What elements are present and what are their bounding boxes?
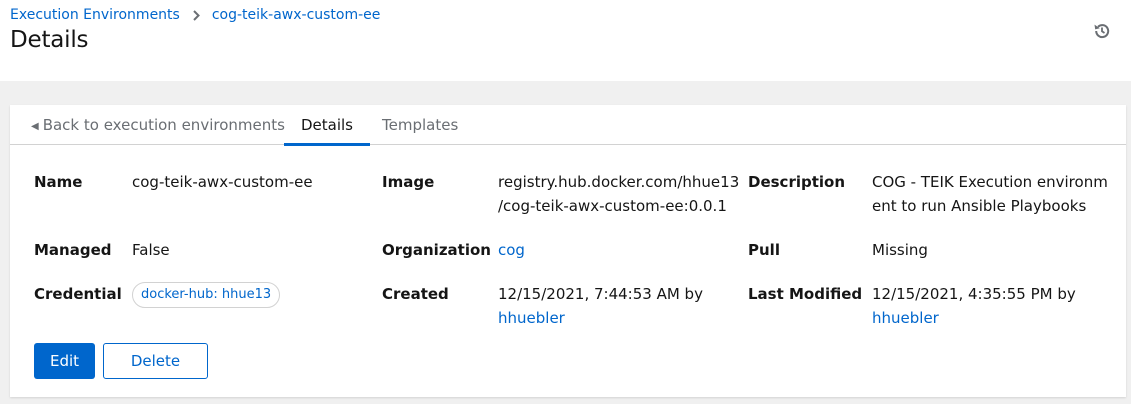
breadcrumb-link-current[interactable]: cog-teik-awx-custom-ee [212,7,381,23]
managed-label: Managed [34,241,112,259]
name-label: Name [34,173,83,191]
last-modified-by-user-link[interactable]: hhuebler [872,309,939,327]
credential-label: Credential [34,285,122,303]
description-value: COG - TEIK Execution environm ent to run… [872,170,1108,218]
tab-templates[interactable]: Templates [382,105,458,145]
image-label: Image [382,173,435,191]
tab-bar: ◀ Back to execution environments Details … [10,105,1126,146]
page-title: Details [10,27,89,53]
tab-templates-label: Templates [382,116,459,134]
created-timestamp: 12/15/2021, 7:44:53 AM by [498,285,703,303]
chevron-right-icon [193,9,200,21]
page-header: Execution Environments cog-teik-awx-cust… [0,0,1131,81]
organization-value: cog [498,238,525,262]
last-modified-timestamp: 12/15/2021, 4:35:55 PM by [872,285,1076,303]
tab-back-label: Back to execution environments [42,116,285,134]
created-label: Created [382,285,449,303]
managed-value: False [132,241,170,259]
description-value-line1: COG - TEIK Execution environm [872,173,1108,191]
pull-value: Missing [872,241,928,259]
history-button[interactable] [1091,20,1113,42]
credential-chip[interactable]: docker-hub: hhue13 [132,282,281,308]
breadcrumb: Execution Environments cog-teik-awx-cust… [10,7,380,23]
image-value-line1: registry.hub.docker.com/hhue13 [498,173,740,191]
tab-back-to-execution-environments[interactable]: ◀ Back to execution environments [31,105,285,145]
breadcrumb-link-execution-environments[interactable]: Execution Environments [10,7,180,23]
image-value-line2: /cog-teik-awx-custom-ee:0.0.1 [498,197,727,215]
delete-button[interactable]: Delete [103,343,208,379]
created-by-user-link[interactable]: hhuebler [498,309,565,327]
pull-label: Pull [748,241,780,259]
history-icon [1093,22,1111,40]
caret-left-icon: ◀ [31,121,39,132]
tab-details-label: Details [301,116,354,134]
created-value: 12/15/2021, 7:44:53 AM by hhuebler [498,282,703,330]
description-label: Description [748,173,846,191]
image-value: registry.hub.docker.com/hhue13 /cog-teik… [498,170,739,218]
edit-button[interactable]: Edit [34,343,95,379]
name-value: cog-teik-awx-custom-ee [132,173,313,191]
organization-label: Organization [382,241,491,259]
details-card: ◀ Back to execution environments Details … [10,105,1126,397]
last-modified-label: Last Modified [748,285,863,303]
last-modified-value: 12/15/2021, 4:35:55 PM by hhuebler [872,282,1076,330]
tab-details[interactable]: Details [284,105,371,146]
description-value-line2: ent to run Ansible Playbooks [872,197,1087,215]
organization-link[interactable]: cog [498,241,525,259]
